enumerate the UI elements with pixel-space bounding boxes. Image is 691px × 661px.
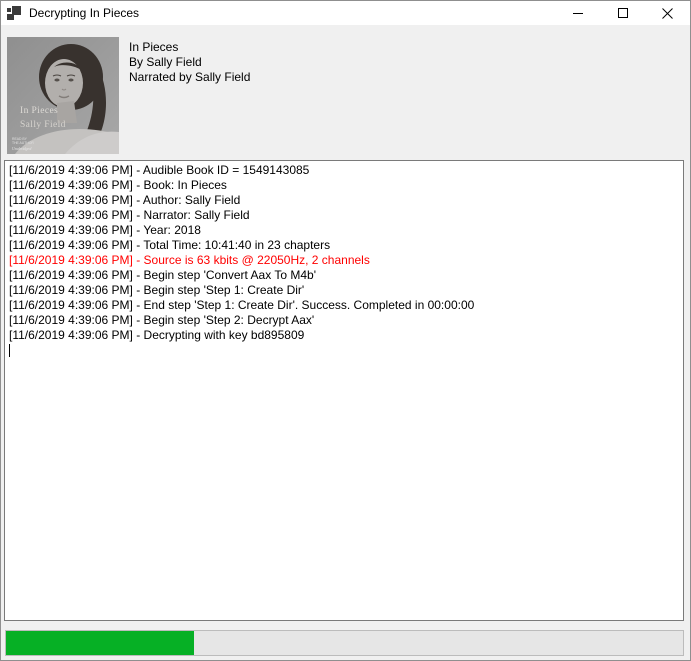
log-line: [11/6/2019 4:39:06 PM] - Audible Book ID… bbox=[9, 163, 679, 178]
book-narrator: Narrated by Sally Field bbox=[129, 70, 250, 85]
portrait-eye bbox=[68, 79, 73, 82]
titlebar[interactable]: Decrypting In Pieces bbox=[1, 1, 690, 25]
book-author: By Sally Field bbox=[129, 55, 250, 70]
window-title: Decrypting In Pieces bbox=[29, 1, 139, 25]
log-line: [11/6/2019 4:39:06 PM] - Total Time: 10:… bbox=[9, 238, 679, 253]
maximize-button[interactable] bbox=[600, 1, 645, 25]
log-line: [11/6/2019 4:39:06 PM] - Begin step 'Ste… bbox=[9, 313, 679, 328]
text-caret bbox=[9, 344, 10, 357]
log-line: [11/6/2019 4:39:06 PM] - Book: In Pieces bbox=[9, 178, 679, 193]
progress-fill bbox=[6, 631, 194, 655]
log-line: [11/6/2019 4:39:06 PM] - End step 'Step … bbox=[9, 298, 679, 313]
app-window-icon bbox=[7, 6, 21, 20]
log-line: [11/6/2019 4:39:06 PM] - Begin step 'Ste… bbox=[9, 283, 679, 298]
progress-bar bbox=[5, 630, 684, 656]
minimize-icon bbox=[573, 13, 583, 14]
portrait-eye bbox=[54, 79, 59, 82]
cover-read-by-line2: THE AUTHOR bbox=[12, 141, 34, 145]
book-title: In Pieces bbox=[129, 40, 250, 55]
log-line: [11/6/2019 4:39:06 PM] - Begin step 'Con… bbox=[9, 268, 679, 283]
book-cover-art: In Pieces Sally Field READ BY THE AUTHOR… bbox=[7, 37, 119, 154]
log-line: [11/6/2019 4:39:06 PM] - Decrypting with… bbox=[9, 328, 679, 343]
close-icon bbox=[662, 8, 673, 19]
log-line: [11/6/2019 4:39:06 PM] - Year: 2018 bbox=[9, 223, 679, 238]
app-icon-square bbox=[7, 8, 11, 12]
cover-edition: Unabridged bbox=[12, 146, 32, 151]
log-output[interactable]: [11/6/2019 4:39:06 PM] - Audible Book ID… bbox=[4, 160, 684, 621]
app-icon-square bbox=[7, 14, 14, 20]
book-info: In Pieces By Sally Field Narrated by Sal… bbox=[129, 40, 250, 85]
log-line: [11/6/2019 4:39:06 PM] - Source is 63 kb… bbox=[9, 253, 679, 268]
caret-line bbox=[9, 343, 679, 358]
cover-title: In Pieces bbox=[20, 106, 58, 116]
book-cover: In Pieces Sally Field READ BY THE AUTHOR… bbox=[7, 37, 119, 154]
log-line: [11/6/2019 4:39:06 PM] - Author: Sally F… bbox=[9, 193, 679, 208]
cover-author: Sally Field bbox=[20, 120, 66, 130]
window-controls bbox=[555, 1, 690, 25]
log-line: [11/6/2019 4:39:06 PM] - Narrator: Sally… bbox=[9, 208, 679, 223]
maximize-icon bbox=[618, 8, 628, 18]
app-window: Decrypting In Pieces bbox=[0, 0, 691, 661]
minimize-button[interactable] bbox=[555, 1, 600, 25]
close-button[interactable] bbox=[645, 1, 690, 25]
